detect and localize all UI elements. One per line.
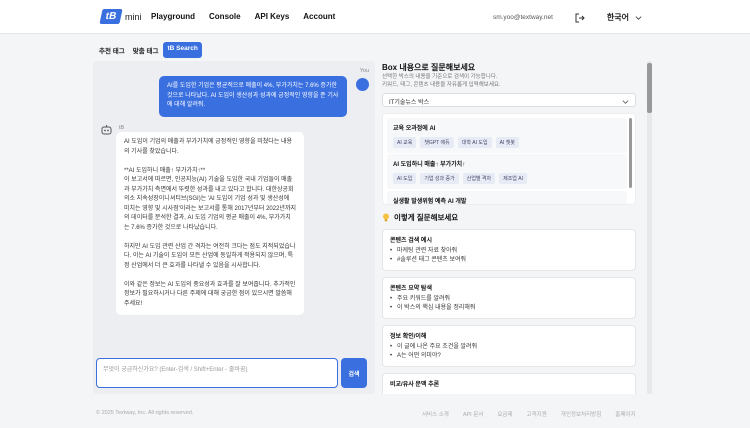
user-email: sm.yoo@textway.net bbox=[492, 14, 553, 21]
list-item[interactable]: 실생활 발생위험 예측 AI 개발 bbox=[387, 191, 627, 205]
news-list[interactable]: 교육 오과정에 AI AI 교육 챗GPT 에듀 대학 AI 도입 AI 챗봇 … bbox=[382, 113, 636, 205]
question-example[interactable]: 이 박스의 핵심 내용을 정리해줘 bbox=[390, 304, 628, 313]
footer-link-privacy[interactable]: 개인정보처리방침 bbox=[561, 410, 601, 418]
chat-panel: You AI를 도입한 기업은 평균적으로 매출이 4%, 부가가치는 7.6%… bbox=[93, 61, 375, 394]
avatar bbox=[356, 78, 369, 91]
news-title: AI 도입하니 매출↑ 부가가치↑ bbox=[393, 162, 466, 168]
copyright: © 2025 Textway, Inc. All rights reserved… bbox=[96, 410, 194, 416]
tab-custom-tags[interactable]: 맞춤 태그 bbox=[130, 42, 162, 58]
chevron-down-icon bbox=[635, 16, 642, 20]
news-title: 교육 오과정에 AI bbox=[393, 126, 436, 132]
panel-scrollbar[interactable] bbox=[647, 61, 652, 394]
scrollbar[interactable] bbox=[629, 118, 632, 188]
header-right: sm.yoo@textway.net 한국어 bbox=[493, 12, 642, 23]
tag-chip[interactable]: 산업별 격차 bbox=[462, 173, 496, 184]
logo[interactable]: tB mini bbox=[99, 9, 142, 24]
box-select[interactable]: IT기술뉴스 박스 bbox=[382, 93, 636, 107]
tab-bar: 추천 태그 맞춤 태그 tB Search bbox=[96, 42, 202, 58]
question-example[interactable]: A는 어떤 의미야? bbox=[390, 352, 628, 361]
footer-link-pricing[interactable]: 요금제 bbox=[497, 410, 512, 418]
news-title: 실생활 발생위험 예측 AI 개발 bbox=[393, 199, 467, 205]
language-label: 한국어 bbox=[606, 13, 629, 22]
panel-description-line: 키워드, 태그, 콘텐츠 내용을 자유롭게 입력해보세요. bbox=[382, 81, 501, 88]
footer-link-homepage[interactable]: 홈페이지 bbox=[615, 410, 635, 418]
list-item[interactable]: 교육 오과정에 AI AI 교육 챗GPT 에듀 대학 AI 도입 AI 챗봇 bbox=[387, 118, 627, 153]
user-message: AI를 도입한 기업은 평균적으로 매출이 4%, 부가가치는 7.6% 증가한… bbox=[159, 76, 347, 117]
question-example[interactable]: 마케팅 관련 자료 찾아줘 bbox=[390, 247, 628, 256]
tag-chip[interactable]: 기업 성과 증가 bbox=[420, 173, 459, 184]
tag-chip[interactable]: 제조업 AI bbox=[499, 173, 528, 184]
bot-label: tB bbox=[119, 125, 125, 131]
footer-link-api-docs[interactable]: API 문서 bbox=[463, 410, 484, 418]
question-card-title: 콘텐츠 요약 탐색 bbox=[390, 286, 432, 292]
panel-title: Box 내용으로 질문해보세요 bbox=[382, 63, 476, 72]
top-header: tB mini Playground Console API Keys Acco… bbox=[0, 0, 750, 34]
tag-chip[interactable]: AI 챗봇 bbox=[495, 137, 519, 148]
box-select-value: IT기술뉴스 박스 bbox=[389, 100, 430, 106]
question-example[interactable]: 주요 키워드를 알려줘 bbox=[390, 295, 628, 304]
bot-icon bbox=[101, 125, 112, 135]
chat-input[interactable]: 무엇이 궁금하신가요? (Enter-검색 / Shift+Enter - 줄바… bbox=[96, 358, 338, 388]
question-card-title: 콘텐츠 검색 예시 bbox=[390, 238, 432, 244]
tag-chip[interactable]: 챗GPT 에듀 bbox=[420, 137, 454, 148]
logo-mark: tB bbox=[99, 9, 123, 24]
question-card[interactable]: 콘텐츠 요약 탐색 주요 키워드를 알려줘 이 박스의 핵심 내용을 정리해줘 bbox=[382, 277, 636, 319]
tab-recommended-tags[interactable]: 추천 태그 bbox=[96, 42, 128, 58]
panel-description: 선택한 박스의 내용을 기준으로 검색이 가능합니다. 키워드, 태그, 콘텐츠… bbox=[382, 74, 632, 89]
tag-chip[interactable]: AI 교육 bbox=[393, 137, 417, 148]
user-label: You bbox=[359, 68, 369, 74]
main-nav: Playground Console API Keys Account bbox=[151, 12, 335, 21]
nav-api-keys[interactable]: API Keys bbox=[255, 12, 290, 21]
list-item[interactable]: AI 도입하니 매출↑ 부가가치↑ AI 도입 기업 성과 증가 산업별 격차 … bbox=[387, 154, 627, 189]
tag-chip[interactable]: AI 도입 bbox=[393, 173, 417, 184]
bot-message: AI 도입이 기업의 매출과 부가가치에 긍정적인 영향을 미쳤다는 내용의 기… bbox=[116, 132, 304, 315]
question-card[interactable]: 정보 확인/이해 이 글에 나온 주요 조건을 알려줘 A는 어떤 의미야? bbox=[382, 325, 636, 367]
chat-input-placeholder: 무엇이 궁금하신가요? (Enter-검색 / Shift+Enter - 줄바… bbox=[103, 367, 248, 373]
logout-icon[interactable] bbox=[575, 13, 585, 23]
footer-links: 서비스 소개 API 문서 요금제 고객지원 개인정보처리방침 홈페이지 bbox=[422, 410, 636, 418]
hint-title: 이렇게 질문해보세요 bbox=[382, 212, 458, 223]
question-card[interactable]: 콘텐츠 검색 예시 마케팅 관련 자료 찾아줘 #솔루션 태그 콘텐츠 보여줘 bbox=[382, 229, 636, 271]
tag-chip[interactable]: 대학 AI 도입 bbox=[457, 137, 492, 148]
box-question-panel: Box 내용으로 질문해보세요 선택한 박스의 내용을 기준으로 검색이 가능합… bbox=[380, 61, 642, 394]
footer-link-support[interactable]: 고객지원 bbox=[527, 410, 547, 418]
logo-text: mini bbox=[125, 11, 142, 22]
search-button[interactable]: 검색 bbox=[341, 358, 367, 388]
nav-console[interactable]: Console bbox=[209, 12, 241, 21]
footer-link-service[interactable]: 서비스 소개 bbox=[422, 410, 449, 418]
language-select[interactable]: 한국어 bbox=[607, 12, 642, 23]
question-card[interactable]: 비교/유사 문맥 추론 bbox=[382, 373, 636, 394]
question-example[interactable]: 이 글에 나온 주요 조건을 알려줘 bbox=[390, 343, 628, 352]
question-card-title: 비교/유사 문맥 추론 bbox=[390, 382, 440, 388]
chevron-down-icon bbox=[622, 100, 629, 104]
scrollbar-thumb[interactable] bbox=[647, 63, 652, 113]
hint-title-text: 이렇게 질문해보세요 bbox=[394, 213, 459, 222]
nav-account[interactable]: Account bbox=[303, 12, 335, 21]
panel-description-line: 선택한 박스의 내용을 기준으로 검색이 가능합니다. bbox=[382, 74, 498, 80]
lightbulb-icon bbox=[383, 213, 389, 222]
nav-playground[interactable]: Playground bbox=[151, 12, 195, 21]
question-example[interactable]: #솔루션 태그 콘텐츠 보여줘 bbox=[390, 256, 628, 265]
tab-tb-search[interactable]: tB Search bbox=[163, 42, 202, 58]
question-card-title: 정보 확인/이해 bbox=[390, 334, 427, 340]
